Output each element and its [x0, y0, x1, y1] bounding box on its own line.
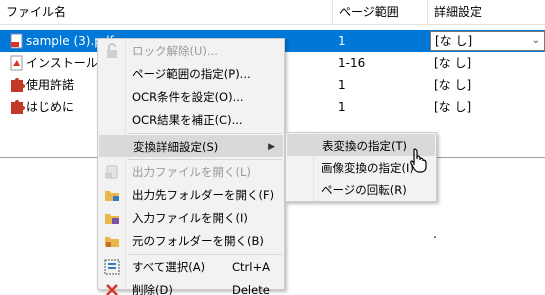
menu-item-open-input-file[interactable]: 入力ファイルを開く(I): [99, 207, 283, 229]
submenu-item-label: 画像変換の指定(I): [321, 161, 414, 175]
file-page-range: 1: [338, 34, 346, 48]
menu-item-open-output-file[interactable]: 出力ファイルを開く(L): [99, 161, 283, 183]
menu-item-label: 入力ファイルを開く(I): [132, 211, 248, 225]
menu-item-select-all[interactable]: すべて選択(A) Ctrl+A: [99, 256, 283, 278]
menu-item-label: OCR条件を設定(O)...: [132, 90, 244, 104]
menu-item-label: ページ範囲の指定(P)...: [132, 67, 251, 81]
file-detail-setting[interactable]: [な し]: [434, 74, 471, 96]
menu-item-label: 出力ファイルを開く(L): [132, 165, 251, 179]
column-header-detail-settings[interactable]: 詳細設定: [428, 0, 545, 25]
select-all-icon: [104, 259, 120, 275]
menu-item-ocr-correction[interactable]: OCR結果を補正(C)...: [99, 109, 283, 131]
file-name: 使用許諾: [26, 78, 75, 92]
menu-item-open-output-folder[interactable]: 出力先フォルダーを開く(F): [99, 184, 283, 206]
submenu-arrow-icon: ▶: [268, 142, 275, 152]
pdf-file-icon: [10, 55, 23, 71]
column-header-file-name[interactable]: ファイル名: [0, 0, 333, 25]
column-header-page-range[interactable]: ページ範囲: [333, 0, 428, 25]
detail-settings-dropdown[interactable]: [な し] ⌄: [430, 31, 545, 51]
status-dot: .: [433, 227, 437, 241]
file-page-range: 1-16: [338, 56, 366, 70]
menu-item-label: 削除(D): [132, 283, 173, 295]
menu-separator: [128, 159, 282, 160]
puzzle-file-icon: [11, 78, 25, 92]
submenu-item-label: 表変換の指定(T): [322, 139, 407, 153]
output-folder-icon: [105, 191, 119, 201]
file-page-range: 1: [338, 78, 346, 92]
open-output-file-icon: [105, 165, 118, 179]
menu-item-label: すべて選択(A): [132, 260, 206, 274]
delete-x-icon: [106, 284, 118, 295]
puzzle-file-icon: [11, 100, 25, 114]
menu-separator: [128, 133, 282, 134]
submenu-item-label: ページの回転(R): [321, 183, 407, 197]
file-name: インストール: [26, 56, 98, 70]
menu-item-conversion-details[interactable]: 変換詳細設定(S) ▶: [99, 135, 283, 157]
file-detail-setting[interactable]: [な し]: [434, 96, 471, 118]
source-folder-icon: [105, 237, 119, 247]
menu-item-unlock[interactable]: ロック解除(U)...: [99, 40, 283, 62]
file-page-range: 1: [338, 100, 346, 114]
pdf-file-icon: [10, 33, 23, 49]
chevron-down-icon: ⌄: [531, 35, 540, 46]
file-detail-setting[interactable]: [な し]: [434, 52, 471, 74]
menu-item-page-range[interactable]: ページ範囲の指定(P)...: [99, 63, 283, 85]
menu-item-label: ロック解除(U)...: [132, 44, 218, 58]
menu-item-ocr-settings[interactable]: OCR条件を設定(O)...: [99, 86, 283, 108]
menu-item-label: 元のフォルダーを開く(B): [132, 234, 264, 248]
menu-item-shortcut: Delete: [232, 283, 270, 295]
menu-item-label: 出力先フォルダーを開く(F): [132, 188, 275, 202]
input-file-icon: [105, 214, 119, 224]
menu-item-label: OCR結果を補正(C)...: [132, 113, 243, 127]
mouse-pointer-icon: [410, 148, 427, 173]
menu-separator: [128, 254, 282, 255]
menu-item-label: 変換詳細設定(S): [133, 140, 219, 154]
file-name: はじめに: [26, 100, 75, 114]
context-menu: ロック解除(U)... ページ範囲の指定(P)... OCR条件を設定(O)..…: [97, 38, 285, 295]
menu-item-shortcut: Ctrl+A: [232, 260, 270, 274]
menu-item-delete[interactable]: 削除(D) Delete: [99, 279, 283, 295]
file-list-header: ファイル名 ページ範囲 詳細設定: [0, 0, 545, 25]
unlock-icon: [107, 43, 117, 58]
menu-item-open-source-folder[interactable]: 元のフォルダーを開く(B): [99, 230, 283, 252]
detail-settings-value: [な し]: [435, 34, 473, 48]
submenu-item-page-rotation[interactable]: ページの回転(R): [287, 179, 435, 201]
